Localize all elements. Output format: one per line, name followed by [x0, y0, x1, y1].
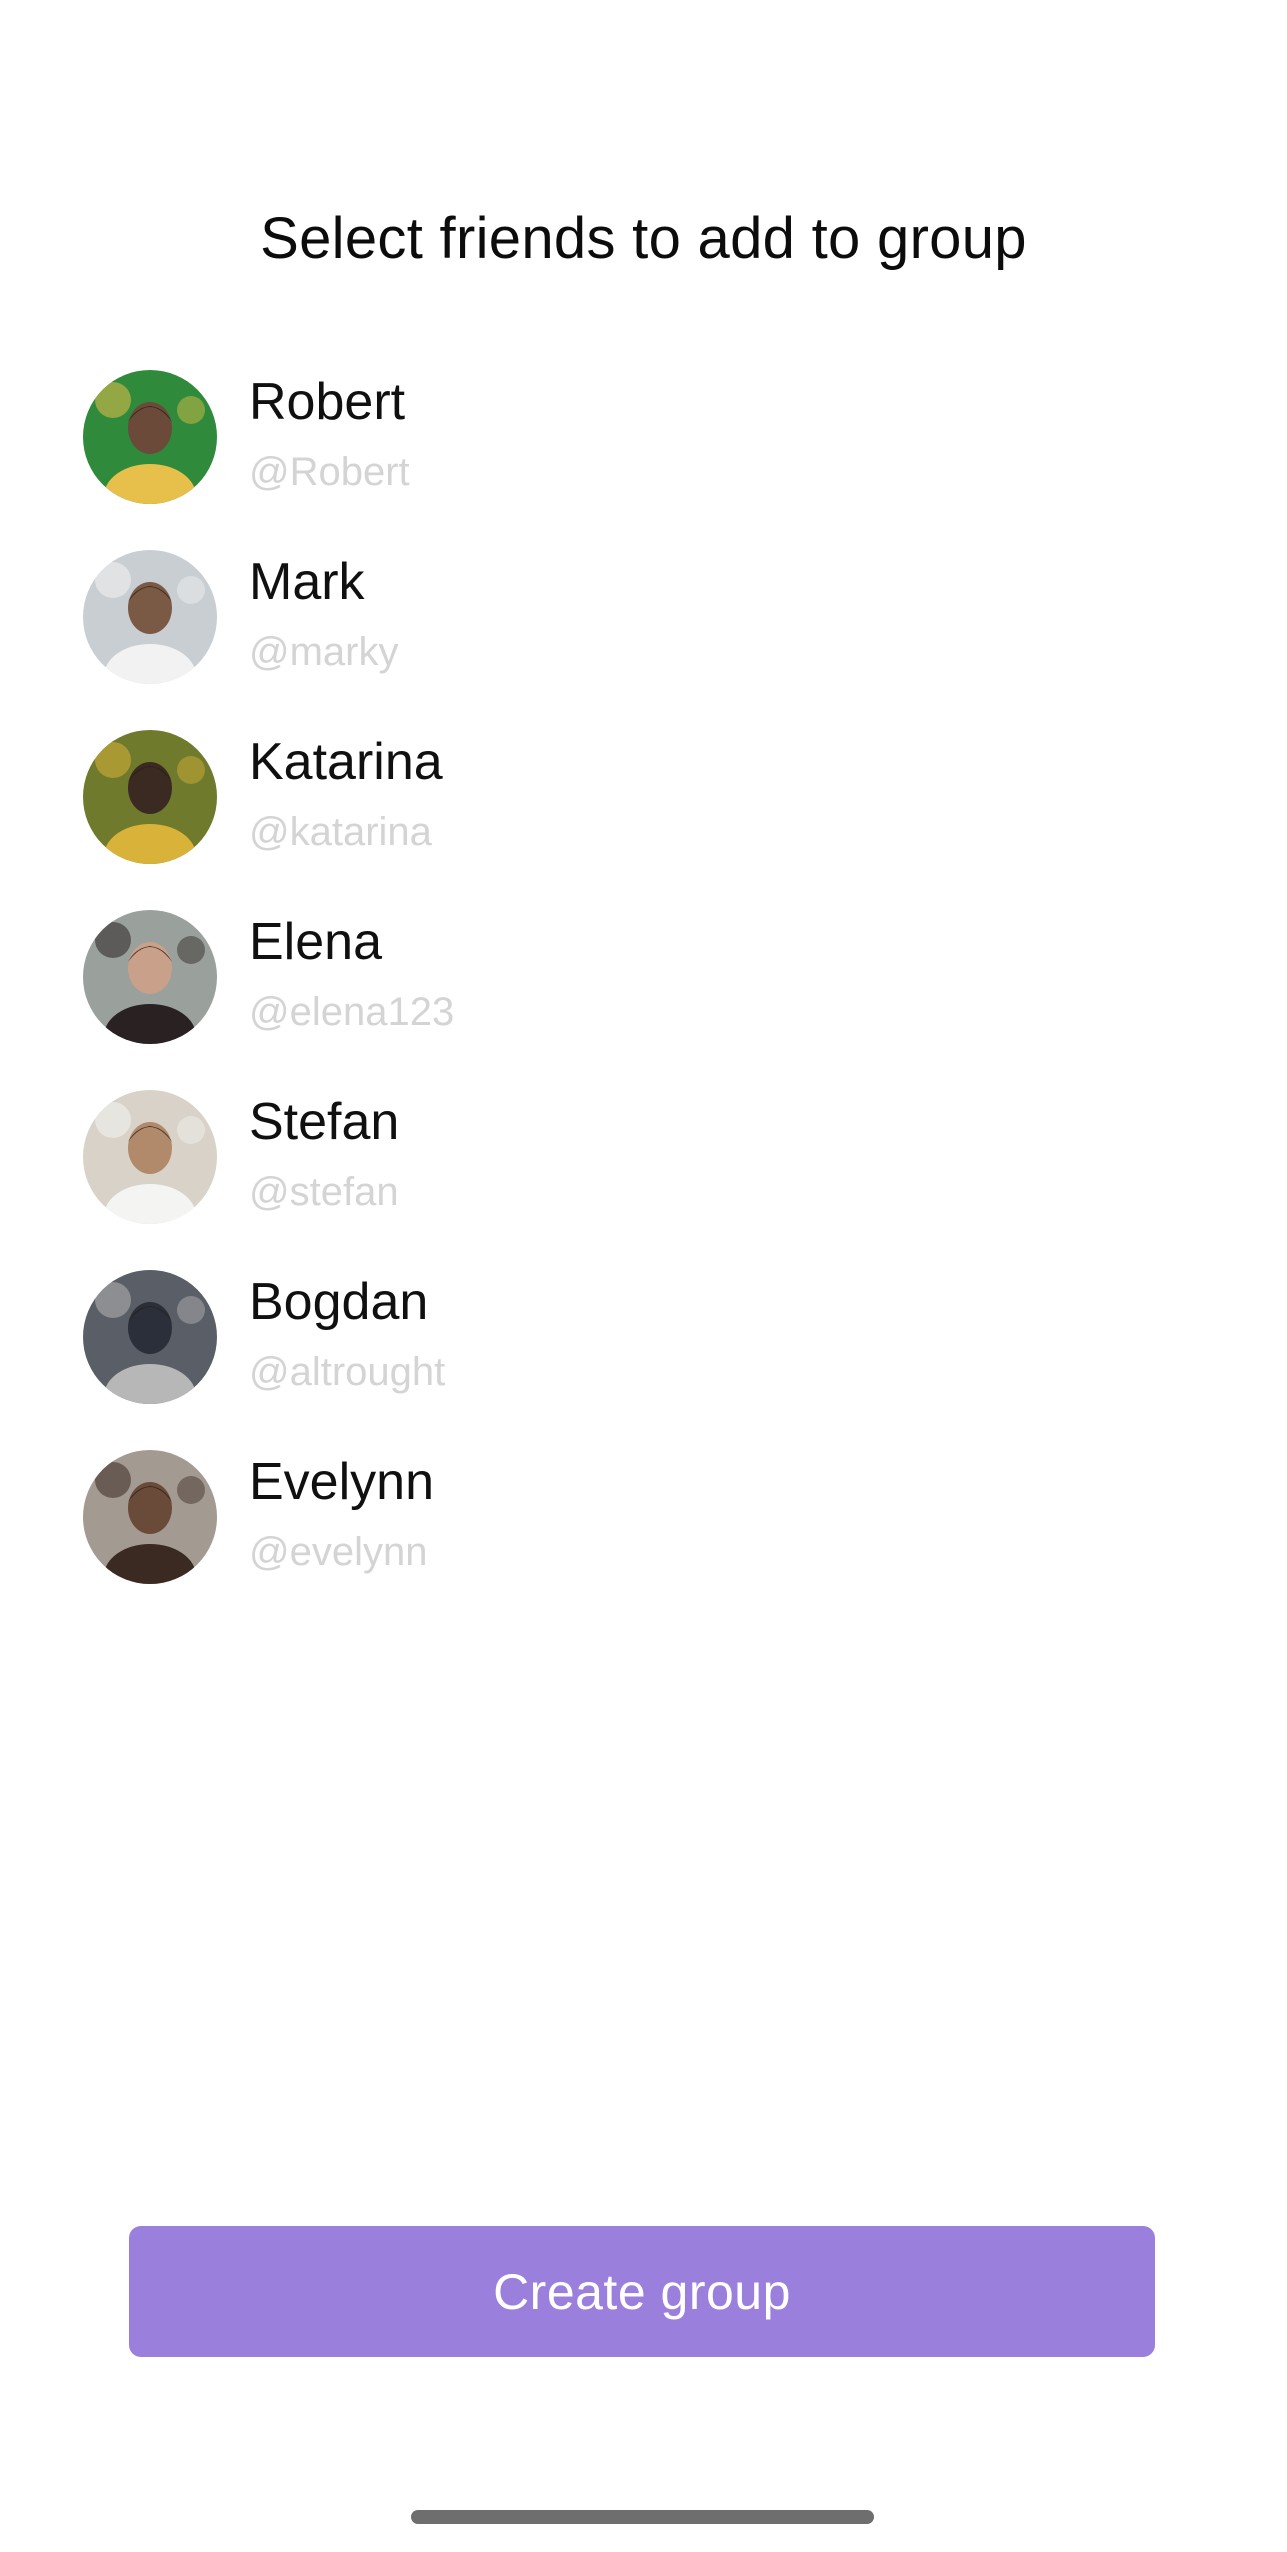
friend-name: Robert: [249, 373, 406, 431]
friend-name: Mark: [249, 553, 365, 611]
friend-handle: @stefan: [249, 1170, 399, 1214]
friend-row-stefan[interactable]: Stefan @stefan: [0, 1088, 1287, 1268]
friend-handle: @marky: [249, 630, 399, 674]
friend-row-bogdan[interactable]: Bogdan @altrought: [0, 1268, 1287, 1448]
friend-handle: @katarina: [249, 810, 432, 854]
home-indicator[interactable]: [411, 2510, 874, 2524]
bogdan-avatar-photo-icon: [83, 1270, 217, 1404]
friend-row-robert[interactable]: Robert @Robert: [0, 368, 1287, 548]
create-group-button[interactable]: Create group: [129, 2226, 1155, 2357]
friend-row-mark[interactable]: Mark @marky: [0, 548, 1287, 728]
friend-list: Robert @Robert Mark @marky Katarina @katarina…: [0, 368, 1287, 1628]
evelynn-avatar-photo-icon: [83, 1450, 217, 1584]
friend-name: Bogdan: [249, 1273, 429, 1331]
katarina-avatar-photo-icon: [83, 730, 217, 864]
friend-handle: @Robert: [249, 450, 410, 494]
friend-name: Katarina: [249, 733, 443, 791]
stefan-avatar-photo-icon: [83, 1090, 217, 1224]
friend-row-katarina[interactable]: Katarina @katarina: [0, 728, 1287, 908]
friend-row-evelynn[interactable]: Evelynn @evelynn: [0, 1448, 1287, 1628]
friend-handle: @elena123: [249, 990, 455, 1034]
friend-name: Stefan: [249, 1093, 400, 1151]
friend-handle: @evelynn: [249, 1530, 428, 1574]
friend-name: Evelynn: [249, 1453, 434, 1511]
mark-avatar-photo-icon: [83, 550, 217, 684]
friend-row-elena[interactable]: Elena @elena123: [0, 908, 1287, 1088]
friend-handle: @altrought: [249, 1350, 446, 1394]
robert-avatar-photo-icon: [83, 370, 217, 504]
elena-avatar-photo-icon: [83, 910, 217, 1044]
friend-name: Elena: [249, 913, 382, 971]
page-title: Select friends to add to group: [260, 206, 1027, 271]
